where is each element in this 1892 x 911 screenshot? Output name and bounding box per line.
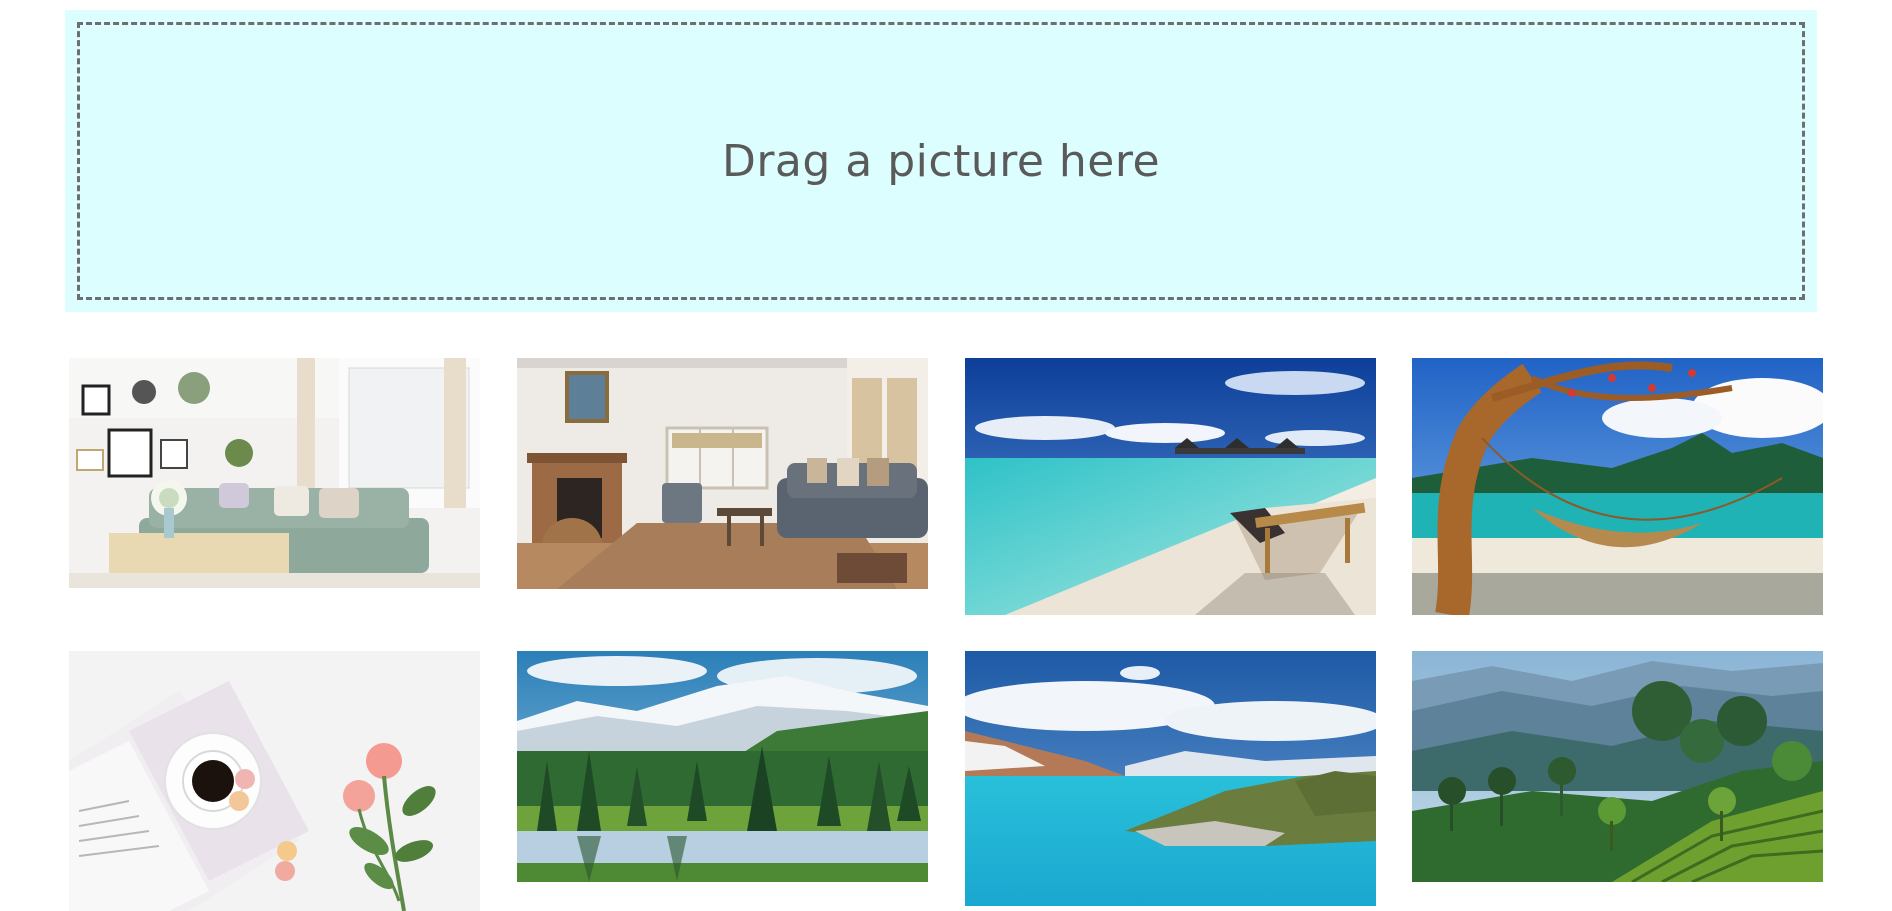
gallery-image-white-living-room[interactable] xyxy=(69,358,480,588)
drop-zone-border[interactable]: Drag a picture here xyxy=(77,22,1805,300)
gallery-image-mountain-forest-lake[interactable] xyxy=(517,651,928,882)
gallery-image-tea-plantation-hills[interactable] xyxy=(1412,651,1823,882)
drop-zone-label: Drag a picture here xyxy=(721,135,1161,187)
gallery-image-coffee-cup-with-roses[interactable] xyxy=(69,651,480,911)
gallery-image-hammock-on-tropical-beach[interactable] xyxy=(1412,358,1823,615)
drop-zone[interactable]: Drag a picture here xyxy=(65,10,1817,312)
page: Drag a picture here xyxy=(0,0,1892,911)
gallery-image-living-room-with-fireplace[interactable] xyxy=(517,358,928,589)
gallery-image-turquoise-lake-with-mountains[interactable] xyxy=(965,651,1376,906)
gallery-image-beach-with-lounge-chair[interactable] xyxy=(965,358,1376,615)
